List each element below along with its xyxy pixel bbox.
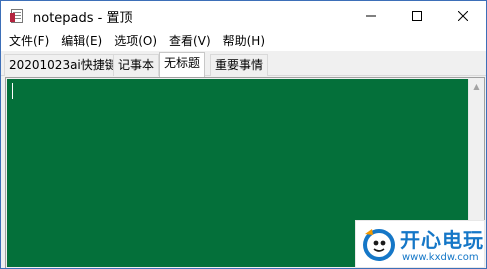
tab-important-things[interactable]: 重要事情 <box>210 54 269 76</box>
minimize-button[interactable] <box>348 1 394 31</box>
tab-notepad[interactable]: 记事本 <box>113 54 160 76</box>
watermark-title: 开心电玩 <box>400 228 484 252</box>
minimize-icon <box>366 15 376 17</box>
title-bar[interactable]: notepads - 置顶 <box>1 1 486 31</box>
watermark-logo-icon <box>363 229 395 261</box>
menu-options[interactable]: 选项(O) <box>108 31 163 51</box>
menu-file[interactable]: 文件(F) <box>3 31 55 51</box>
app-window: notepads - 置顶 文件(F) 编辑(E) 选项(O) 查看(V) 帮助… <box>0 0 487 269</box>
menu-edit[interactable]: 编辑(E) <box>55 31 108 51</box>
maximize-icon <box>412 11 422 21</box>
menu-bar: 文件(F) 编辑(E) 选项(O) 查看(V) 帮助(H) <box>1 31 486 51</box>
close-button[interactable] <box>440 1 486 31</box>
window-title: notepads - 置顶 <box>33 10 133 26</box>
site-watermark: 开心电玩 www.kxdw.com <box>355 220 485 268</box>
tab-20201023ai-shortcuts[interactable]: 20201023ai快捷键 <box>4 54 122 76</box>
window-controls <box>348 1 486 31</box>
text-caret <box>12 83 13 99</box>
tab-strip: 20201023ai快捷键 记事本 无标题 重要事情 <box>1 51 486 77</box>
notepad-icon <box>9 8 25 24</box>
watermark-url: www.kxdw.com <box>402 252 479 263</box>
menu-view[interactable]: 查看(V) <box>163 31 217 51</box>
menu-help[interactable]: 帮助(H) <box>217 31 271 51</box>
close-icon <box>458 11 468 21</box>
tab-untitled[interactable]: 无标题 <box>159 52 206 77</box>
scroll-up-icon[interactable]: ▲ <box>469 79 484 94</box>
maximize-button[interactable] <box>394 1 440 31</box>
